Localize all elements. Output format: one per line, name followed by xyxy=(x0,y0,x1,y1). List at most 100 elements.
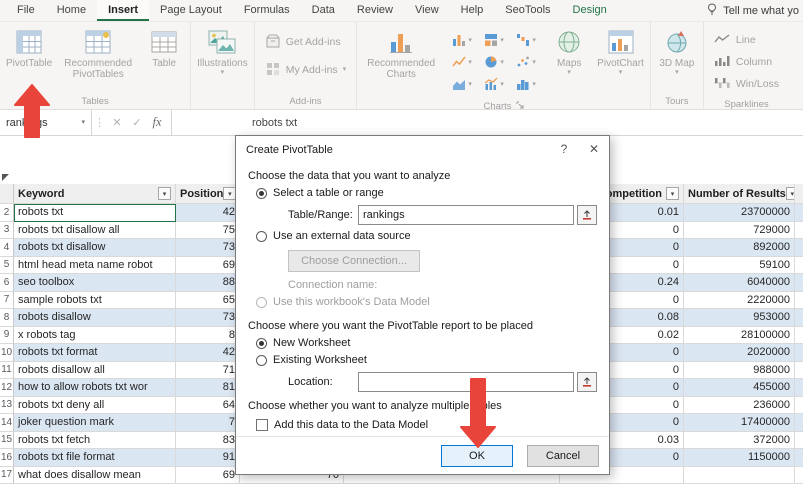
cell-keyword[interactable]: robots txt disallow all xyxy=(14,222,176,240)
formula-input[interactable]: robots txt xyxy=(172,110,803,135)
cell-number-of-results[interactable]: 953000 xyxy=(684,309,795,327)
cell-position[interactable]: 69 xyxy=(176,257,240,275)
ribbon-tab[interactable]: Insert xyxy=(97,0,149,21)
filter-dropdown-icon[interactable]: ▾ xyxy=(786,187,795,200)
row-number[interactable]: 11 xyxy=(0,362,14,380)
ribbon-tab[interactable]: Review xyxy=(346,0,404,21)
cell-keyword[interactable]: sample robots txt xyxy=(14,292,176,310)
cell-number-of-results[interactable]: 1150000 xyxy=(684,449,795,467)
insert-waterfall-chart-button[interactable]: ▾ xyxy=(510,30,542,52)
insert-combo-chart-button[interactable]: ▾ xyxy=(478,74,510,96)
table-button[interactable]: Table xyxy=(140,25,188,70)
illustrations-button[interactable]: Illustrations ▾ xyxy=(193,25,252,78)
pivotchart-button[interactable]: PivotChart ▾ xyxy=(593,25,648,78)
checkbox-add-to-data-model[interactable]: Add this data to the Data Model xyxy=(256,419,597,431)
cell-position[interactable]: 42 xyxy=(176,204,240,222)
cell-position[interactable]: 73 xyxy=(176,239,240,257)
cell-number-of-results[interactable]: 372000 xyxy=(684,432,795,450)
cell-position[interactable]: 42 xyxy=(176,344,240,362)
cell-position[interactable]: 64 xyxy=(176,397,240,415)
3d-map-button[interactable]: 3D Map ▾ xyxy=(653,25,701,78)
row-number[interactable]: 4 xyxy=(0,239,14,257)
cell-keyword[interactable]: seo toolbox xyxy=(14,274,176,292)
cancel-button[interactable]: Cancel xyxy=(527,445,599,467)
ribbon-tab[interactable]: Data xyxy=(301,0,346,21)
insert-column-chart-button[interactable]: ▾ xyxy=(446,30,478,52)
ribbon-tab[interactable]: Page Layout xyxy=(149,0,233,21)
ribbon-tab[interactable]: Design xyxy=(562,0,618,21)
recommended-pivottables-button[interactable]: Recommended PivotTables xyxy=(56,25,140,81)
cell-keyword[interactable]: robots disallow all xyxy=(14,362,176,380)
radio-existing-worksheet[interactable]: Existing Worksheet xyxy=(256,354,597,366)
sparkline-column-button[interactable]: Column xyxy=(710,52,783,72)
cell-number-of-results[interactable]: 455000 xyxy=(684,379,795,397)
cell-position[interactable]: 8 xyxy=(176,327,240,345)
cell-keyword[interactable]: robots txt fetch xyxy=(14,432,176,450)
radio-external-data-source[interactable]: Use an external data source xyxy=(256,230,597,242)
formula-bar-resize-handle[interactable]: ⋮ xyxy=(92,110,107,135)
choose-connection-button[interactable]: Choose Connection... xyxy=(288,250,420,272)
column-header-keyword[interactable]: Keyword▾ xyxy=(14,184,176,204)
location-picker-button[interactable] xyxy=(577,372,597,392)
row-number[interactable]: 17 xyxy=(0,467,14,484)
cell-number-of-results[interactable]: 236000 xyxy=(684,397,795,415)
cell-keyword[interactable]: html head meta name robot xyxy=(14,257,176,275)
cell-number-of-results[interactable]: 892000 xyxy=(684,239,795,257)
cell-position[interactable]: 83 xyxy=(176,432,240,450)
column-header-number-of-results[interactable]: Number of Results▾ xyxy=(684,184,795,204)
my-addins-button[interactable]: My Add-ins ▾ xyxy=(259,59,352,81)
ribbon-tab[interactable]: Help xyxy=(450,0,495,21)
help-icon[interactable]: ? xyxy=(549,136,579,162)
tell-me-box[interactable]: Tell me what yo xyxy=(706,0,803,21)
filter-dropdown-icon[interactable]: ▾ xyxy=(666,187,679,200)
cell-number-of-results[interactable]: 6040000 xyxy=(684,274,795,292)
ribbon-tab[interactable]: File xyxy=(6,0,46,21)
cell-number-of-results[interactable]: 59100 xyxy=(684,257,795,275)
ribbon-tab[interactable]: View xyxy=(404,0,450,21)
row-number[interactable]: 2 xyxy=(0,204,14,222)
cell-number-of-results[interactable]: 988000 xyxy=(684,362,795,380)
recommended-charts-button[interactable]: Recommended Charts xyxy=(359,25,443,81)
cell-number-of-results[interactable]: 23700000 xyxy=(684,204,795,222)
close-icon[interactable]: ✕ xyxy=(579,136,609,162)
row-number[interactable]: 3 xyxy=(0,222,14,240)
row-number[interactable]: 15 xyxy=(0,432,14,450)
row-number[interactable]: 5 xyxy=(0,257,14,275)
pivottable-button[interactable]: PivotTable xyxy=(2,25,56,70)
charts-dialog-launcher-icon[interactable] xyxy=(516,101,524,110)
cell-position[interactable]: 81 xyxy=(176,379,240,397)
cell-position[interactable]: 69 xyxy=(176,467,240,484)
row-number[interactable]: 6 xyxy=(0,274,14,292)
insert-pie-chart-button[interactable]: ▾ xyxy=(478,52,510,74)
cell-position[interactable]: 88 xyxy=(176,274,240,292)
insert-hierarchy-chart-button[interactable]: ▾ xyxy=(478,30,510,52)
cell-number-of-results[interactable]: 729000 xyxy=(684,222,795,240)
filter-dropdown-icon[interactable]: ▾ xyxy=(158,187,171,200)
maps-button[interactable]: Maps ▾ xyxy=(545,25,593,78)
row-number[interactable]: 7 xyxy=(0,292,14,310)
row-number[interactable]: 16 xyxy=(0,449,14,467)
ribbon-tab[interactable]: Home xyxy=(46,0,97,21)
cell-keyword[interactable]: robots txt format xyxy=(14,344,176,362)
row-number[interactable]: 13 xyxy=(0,397,14,415)
table-range-input[interactable]: rankings xyxy=(358,205,574,225)
radio-new-worksheet[interactable]: New Worksheet xyxy=(256,337,597,349)
insert-area-chart-button[interactable]: ▾ xyxy=(446,74,478,96)
cell-keyword[interactable]: robots txt disallow xyxy=(14,239,176,257)
get-addins-button[interactable]: Get Add-ins xyxy=(259,31,352,53)
cell-position[interactable]: 7 xyxy=(176,414,240,432)
radio-workbook-data-model[interactable]: Use this workbook's Data Model xyxy=(256,296,597,308)
insert-histogram-chart-button[interactable]: ▾ xyxy=(510,74,542,96)
sparkline-line-button[interactable]: Line xyxy=(710,30,783,50)
cell-number-of-results[interactable]: 17400000 xyxy=(684,414,795,432)
enter-entry-icon[interactable]: ✓ xyxy=(127,116,147,129)
cell-number-of-results[interactable]: 2220000 xyxy=(684,292,795,310)
row-header-corner[interactable] xyxy=(0,184,14,204)
radio-select-table-or-range[interactable]: Select a table or range xyxy=(256,187,597,199)
row-number[interactable]: 14 xyxy=(0,414,14,432)
row-number[interactable]: 9 xyxy=(0,327,14,345)
cell-keyword[interactable]: robots txt xyxy=(14,204,176,222)
insert-scatter-chart-button[interactable]: ▾ xyxy=(510,52,542,74)
cell-keyword[interactable]: x robots tag xyxy=(14,327,176,345)
cell-keyword[interactable]: robots txt file format xyxy=(14,449,176,467)
